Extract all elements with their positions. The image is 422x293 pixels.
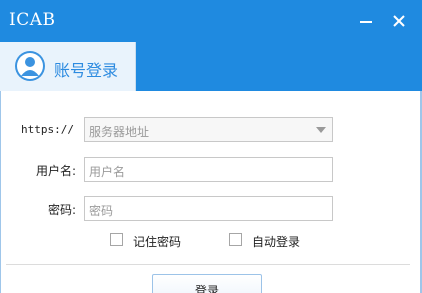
close-button[interactable]: [386, 8, 412, 34]
username-label: 用户名:: [35, 164, 76, 178]
password-label: 密码:: [47, 203, 76, 217]
remember-password-label[interactable]: 记住密码: [133, 233, 181, 250]
server-label: https://: [21, 123, 74, 136]
minimize-icon: [360, 21, 372, 23]
remember-password-checkbox[interactable]: [110, 233, 123, 246]
auto-login-checkbox[interactable]: [229, 233, 242, 246]
username-input[interactable]: 用户名: [84, 157, 333, 182]
window-border-left: [0, 91, 1, 293]
auto-login-label[interactable]: 自动登录: [252, 233, 300, 250]
close-icon: [393, 15, 405, 27]
minimize-button[interactable]: [353, 8, 379, 34]
login-button[interactable]: 登录: [152, 274, 262, 293]
password-input[interactable]: 密码: [84, 196, 333, 221]
user-avatar-icon: [15, 51, 45, 81]
chevron-down-icon[interactable]: [316, 127, 326, 133]
tab-label: 账号登录: [54, 61, 119, 80]
divider: [6, 264, 410, 265]
server-address-select[interactable]: 服务器地址: [84, 117, 333, 142]
window-title: ICAB: [9, 10, 56, 30]
